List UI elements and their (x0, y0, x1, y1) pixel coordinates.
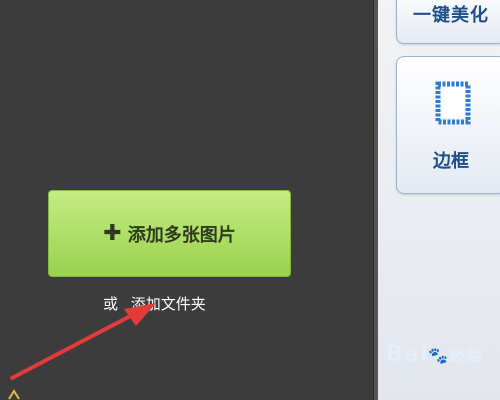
frame-button[interactable]: 边框 (396, 56, 500, 194)
frame-icon (435, 81, 471, 125)
annotation-arrow (10, 303, 156, 380)
one-click-beautify-button[interactable]: 一键美化 (396, 0, 500, 44)
frame-label: 边框 (433, 151, 469, 172)
watermark-brand: Bai🐾经验 (386, 342, 484, 367)
one-click-beautify-label: 一键美化 (413, 5, 489, 26)
watermark-url: jingyan.baidu.com (380, 376, 491, 389)
baidu-jingyan-watermark: Bai🐾经验 jingyan.baidu.com (380, 340, 498, 396)
corner-mark-icon (8, 389, 20, 400)
